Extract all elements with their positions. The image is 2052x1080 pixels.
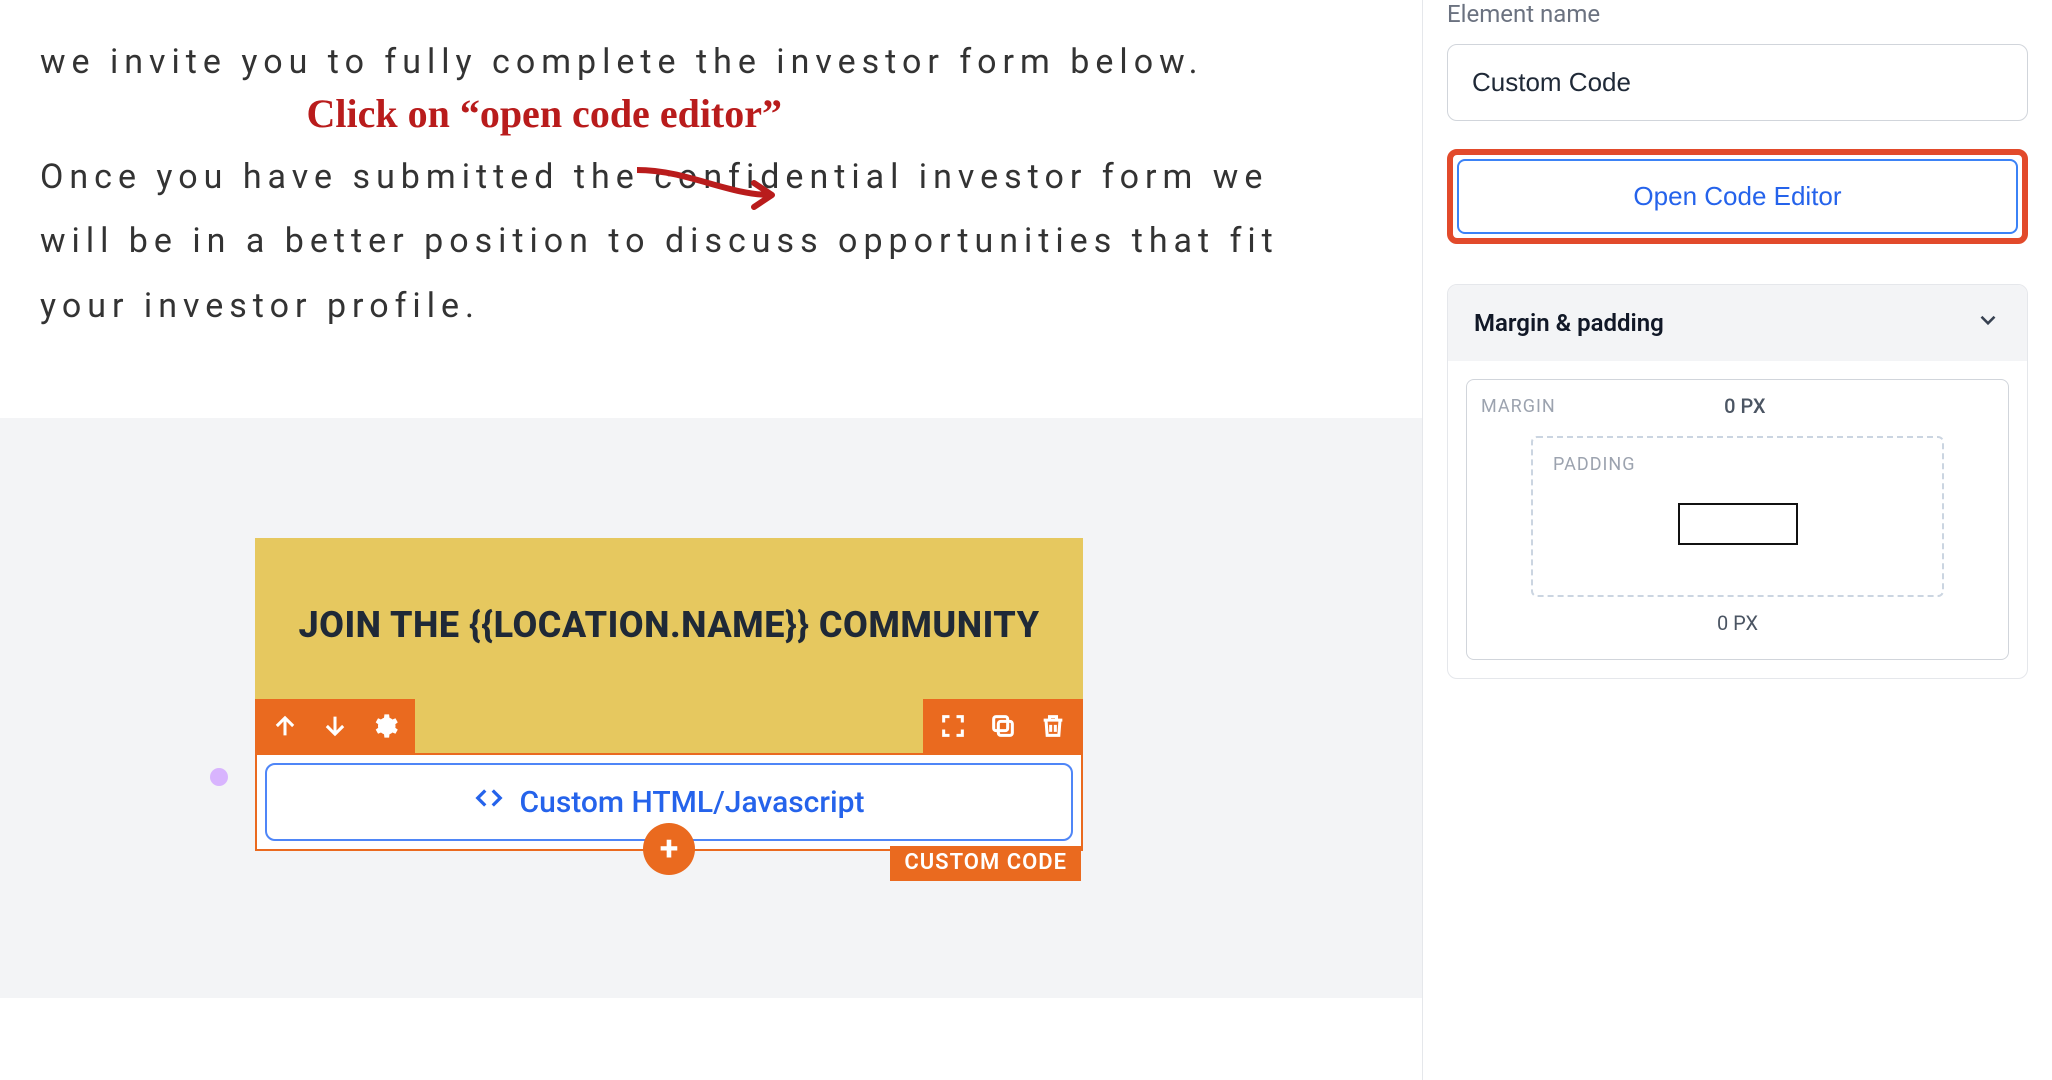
- move-up-icon[interactable]: [271, 712, 299, 740]
- open-code-editor-button[interactable]: Open Code Editor: [1457, 159, 2018, 234]
- editor-canvas: we invite you to fully complete the inve…: [0, 0, 1422, 1080]
- custom-code-label: Custom HTML/Javascript: [520, 785, 865, 820]
- add-element-button[interactable]: +: [643, 823, 695, 875]
- drag-handle-dot[interactable]: [210, 768, 228, 786]
- element-toolbar: [255, 699, 1083, 753]
- margin-top-value[interactable]: 0 PX: [1724, 394, 1765, 418]
- inspector-sidebar: Element name Open Code Editor Margin & p…: [1422, 0, 2052, 1080]
- code-icon: [474, 783, 504, 821]
- custom-code-element[interactable]: Custom HTML/Javascript + CUSTOM CODE: [255, 753, 1083, 851]
- margin-box[interactable]: MARGIN 0 PX PADDING 0 PX: [1466, 379, 2009, 660]
- yellow-community-block[interactable]: JOIN THE {{LOCATION.NAME}} COMMUNITY: [255, 538, 1083, 753]
- custom-code-tag: CUSTOM CODE: [890, 846, 1081, 881]
- chevron-down-icon: [1975, 307, 2001, 339]
- move-down-icon[interactable]: [321, 712, 349, 740]
- highlight-box: Open Code Editor: [1447, 149, 2028, 244]
- element-name-label: Element name: [1447, 0, 2028, 28]
- expand-icon[interactable]: [939, 712, 967, 740]
- margin-padding-accordion: Margin & padding MARGIN 0 PX PADDING 0 P…: [1447, 284, 2028, 679]
- accordion-title: Margin & padding: [1474, 309, 1664, 337]
- margin-label: MARGIN: [1481, 396, 1556, 417]
- padding-label: PADDING: [1553, 454, 1636, 475]
- toolbar-left-group: [255, 699, 415, 753]
- accordion-body: MARGIN 0 PX PADDING 0 PX: [1448, 361, 2027, 678]
- accordion-header[interactable]: Margin & padding: [1448, 285, 2027, 361]
- page-text-block: we invite you to fully complete the inve…: [0, 0, 1422, 418]
- margin-bottom-value[interactable]: 0 PX: [1481, 611, 1994, 635]
- padding-box[interactable]: PADDING: [1531, 436, 1944, 597]
- canvas-lower-area: JOIN THE {{LOCATION.NAME}} COMMUNITY: [0, 418, 1422, 998]
- duplicate-icon[interactable]: [989, 712, 1017, 740]
- toolbar-right-group: [923, 699, 1083, 753]
- gear-icon[interactable]: [371, 712, 399, 740]
- community-heading: JOIN THE {{LOCATION.NAME}} COMMUNITY: [295, 598, 1043, 652]
- paragraph-1: we invite you to fully complete the inve…: [40, 30, 1340, 95]
- selected-section[interactable]: JOIN THE {{LOCATION.NAME}} COMMUNITY: [255, 538, 1083, 851]
- trash-icon[interactable]: [1039, 712, 1067, 740]
- paragraph-2: Once you have submitted the confidential…: [40, 145, 1340, 339]
- element-name-input[interactable]: [1447, 44, 2028, 121]
- content-rect: [1678, 503, 1798, 545]
